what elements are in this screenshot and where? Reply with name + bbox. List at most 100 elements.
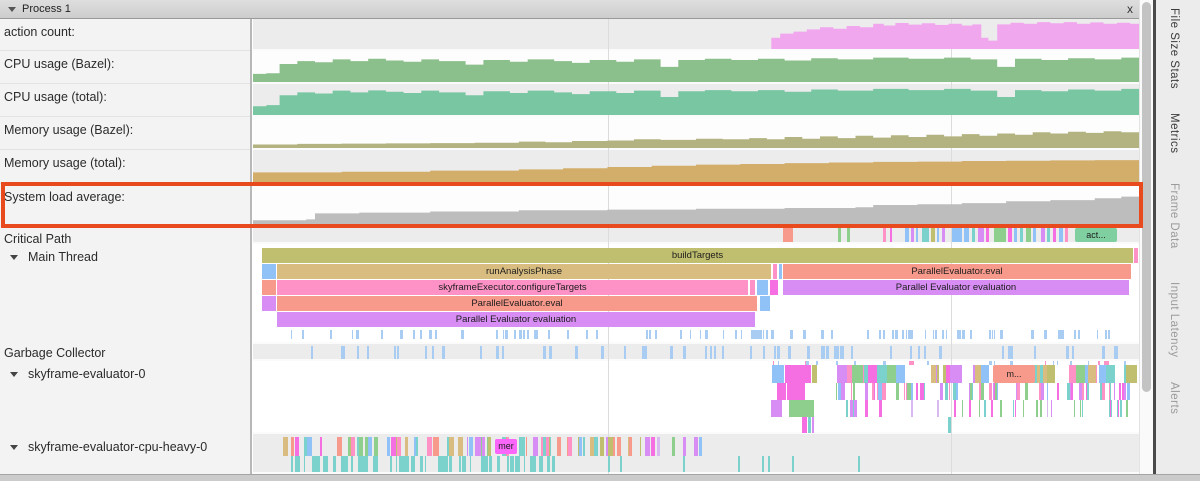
tick-mark[interactable] [291, 330, 292, 339]
trace-slice[interactable] [777, 383, 786, 400]
tick-mark[interactable] [788, 346, 791, 359]
tick-mark[interactable] [902, 330, 904, 339]
tick-mark[interactable] [750, 346, 753, 359]
trace-slice[interactable] [1074, 400, 1076, 417]
trace-slice[interactable] [979, 383, 981, 400]
trace-slice[interactable] [608, 456, 610, 472]
tick-mark[interactable] [1058, 330, 1060, 339]
trace-slice[interactable] [312, 456, 315, 472]
collapse-triangle-icon[interactable] [10, 255, 18, 260]
trace-slice[interactable] [405, 437, 409, 456]
trace-slice[interactable] [608, 437, 613, 456]
tick-mark[interactable] [442, 346, 445, 359]
tick-mark[interactable] [624, 346, 626, 359]
tick-mark[interactable] [842, 346, 844, 359]
tick-mark[interactable] [939, 346, 941, 359]
tick-mark[interactable] [1074, 330, 1076, 339]
tick-mark[interactable] [957, 330, 959, 339]
tick-mark[interactable] [503, 330, 504, 339]
trace-slice[interactable] [1040, 365, 1043, 383]
tick-mark[interactable] [655, 330, 657, 339]
side-tab-frame-data[interactable]: Frame Data [1168, 183, 1180, 249]
trace-slice[interactable] [1015, 400, 1016, 417]
trace-slice[interactable] [945, 383, 949, 400]
tick-mark[interactable] [1097, 330, 1098, 339]
tick-mark[interactable] [753, 330, 755, 339]
trace-slice[interactable] [489, 456, 492, 472]
trace-slice[interactable] [1041, 228, 1045, 242]
track-label-secpu[interactable]: skyframe-evaluator-cpu-heavy-0 [0, 434, 250, 474]
tick-mark[interactable] [803, 330, 806, 339]
trace-slice[interactable] [969, 400, 971, 417]
trace-slice[interactable] [972, 228, 975, 242]
tick-mark[interactable] [1102, 346, 1105, 359]
tick-mark[interactable] [356, 330, 359, 339]
trace-slice[interactable] [1126, 400, 1129, 417]
trace-slice[interactable] [416, 437, 417, 456]
trace-slice[interactable] [606, 437, 608, 456]
trace-slice[interactable] [507, 456, 508, 472]
tick-mark[interactable] [879, 330, 881, 339]
tick-mark[interactable] [970, 330, 972, 339]
trace-slice[interactable]: ParallelEvaluator.eval [783, 264, 1131, 279]
trace-slice[interactable] [970, 383, 972, 400]
trace-slice[interactable] [396, 456, 397, 472]
trace-slice[interactable] [838, 228, 841, 242]
track-label-main-thread[interactable]: Main Thread [0, 244, 250, 344]
tick-mark[interactable] [707, 330, 708, 339]
tick-mark[interactable] [381, 330, 383, 339]
trace-slice[interactable] [262, 280, 276, 295]
trace-slice[interactable] [904, 383, 905, 400]
trace-slice[interactable] [773, 264, 777, 279]
tick-mark[interactable] [1000, 330, 1002, 339]
side-tab-file-size-stats[interactable]: File Size Stats [1168, 8, 1180, 89]
trace-slice[interactable] [262, 264, 276, 279]
trace-slice[interactable] [768, 456, 770, 472]
trace-slice[interactable] [519, 437, 525, 456]
tick-mark[interactable] [883, 330, 885, 339]
trace-slice[interactable] [854, 400, 857, 417]
trace-slice[interactable] [390, 456, 392, 472]
trace-slice[interactable] [1023, 400, 1024, 417]
trace-slice[interactable] [994, 383, 996, 400]
trace-slice[interactable] [464, 456, 467, 472]
trace-slice[interactable] [397, 437, 401, 456]
trace-slice[interactable]: buildTargets [262, 248, 1133, 263]
trace-slice[interactable] [1082, 383, 1084, 400]
trace-slice[interactable] [779, 264, 782, 279]
tick-mark[interactable] [527, 330, 529, 339]
trace-slice[interactable] [916, 383, 918, 400]
mem-total-chart[interactable] [253, 152, 1139, 182]
collapse-triangle-icon[interactable] [8, 7, 16, 12]
trace-slice[interactable] [326, 456, 328, 472]
trace-slice[interactable] [1114, 383, 1116, 400]
tick-mark[interactable] [575, 346, 578, 359]
trace-slice[interactable] [1048, 365, 1055, 383]
trace-slice[interactable] [916, 228, 918, 242]
trace-slice[interactable] [785, 365, 811, 383]
trace-slice[interactable] [283, 437, 287, 456]
trace-slice[interactable] [931, 365, 936, 383]
trace-slice[interactable] [991, 400, 993, 417]
tick-mark[interactable] [311, 346, 313, 359]
tick-mark[interactable] [890, 346, 892, 359]
trace-slice[interactable] [836, 383, 837, 400]
collapse-triangle-icon[interactable] [10, 445, 18, 450]
trace-slice[interactable] [1088, 365, 1096, 383]
trace-slice[interactable]: ParallelEvaluator.eval [277, 296, 757, 311]
trace-slice[interactable] [770, 280, 778, 295]
trace-slice[interactable] [481, 456, 484, 472]
tick-mark[interactable] [962, 330, 965, 339]
mem-bazel-chart[interactable] [253, 119, 1139, 148]
tick-mark[interactable] [911, 361, 914, 365]
trace-slice[interactable] [411, 456, 415, 472]
trace-slice[interactable] [533, 437, 538, 456]
trace-slice[interactable] [994, 228, 1006, 242]
trace-slice[interactable] [937, 228, 939, 242]
vertical-scrollbar-thumb[interactable] [1142, 2, 1151, 392]
tick-mark[interactable] [397, 346, 400, 359]
trace-slice[interactable] [808, 417, 811, 433]
trace-slice[interactable] [750, 280, 755, 295]
tick-mark[interactable] [302, 330, 305, 339]
trace-slice[interactable] [657, 437, 660, 456]
